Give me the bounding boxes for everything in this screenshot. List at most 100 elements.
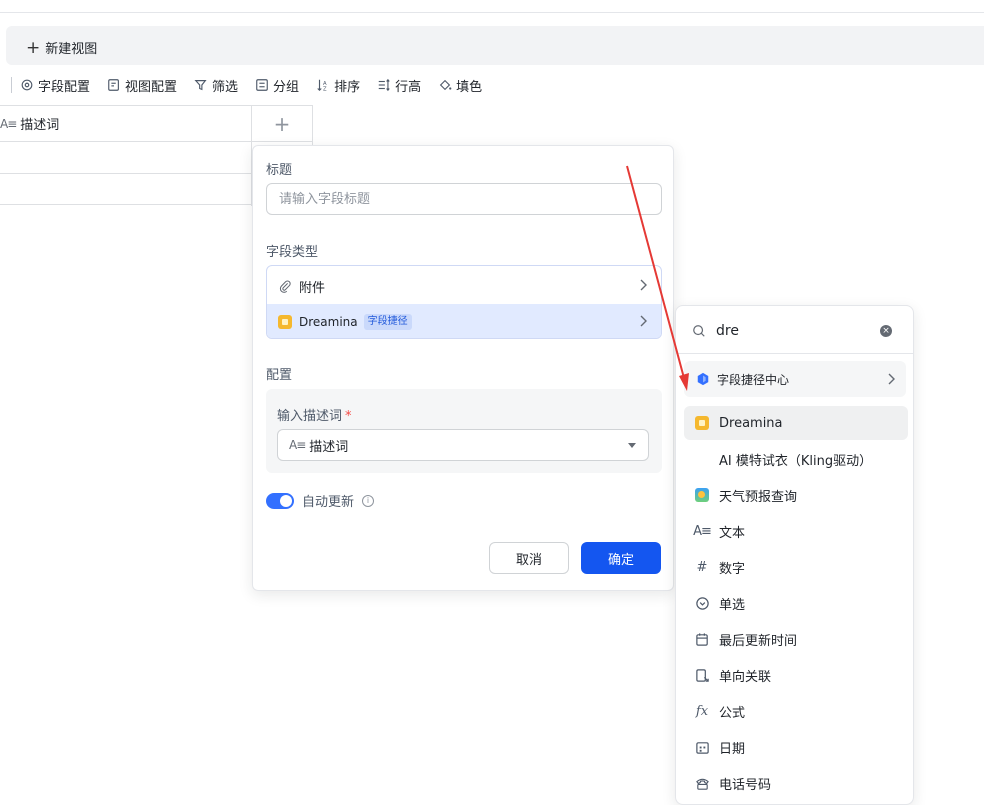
chevron-right-icon: [888, 373, 895, 385]
description-select[interactable]: A≡ 描述词: [277, 429, 649, 461]
dropdown-item-text[interactable]: A≡ 文本: [684, 514, 908, 548]
add-field-panel: 标题 字段类型 附件 Dreamina 字段捷径 配置 输入描述词* A≡ 描述…: [252, 145, 674, 591]
shortcut-center-label: 字段捷径中心: [717, 372, 790, 387]
dropdown-item-label: 单选: [719, 597, 746, 613]
title-section-label: 标题: [266, 163, 293, 178]
field-type-dreamina-label: Dreamina: [299, 315, 358, 329]
dreamina-icon: [278, 315, 292, 329]
shortcut-badge: 字段捷径: [363, 314, 412, 330]
calendar-edit-icon: [694, 631, 710, 647]
required-mark: *: [345, 409, 352, 424]
add-column-button[interactable]: +: [252, 106, 312, 142]
plus-icon: +: [26, 37, 41, 58]
column-header-description[interactable]: A≡ 描述词: [0, 106, 252, 142]
weather-icon: [694, 487, 710, 503]
link-icon: [694, 667, 710, 683]
field-config-label: 字段配置: [38, 79, 91, 95]
row-height-button[interactable]: 行高: [377, 76, 421, 95]
dropdown-item-weather[interactable]: 天气预报查询: [684, 478, 908, 512]
search-query[interactable]: dre: [716, 323, 739, 339]
dropdown-item-formula[interactable]: fx 公式: [684, 694, 908, 728]
cancel-button[interactable]: 取消: [489, 542, 569, 574]
dropdown-item-label: AI 模特试衣（Kling驱动）: [719, 453, 873, 469]
description-input-label-text: 输入描述词: [277, 409, 343, 424]
field-type-attachment-label: 附件: [299, 280, 326, 296]
date-icon: [694, 739, 710, 755]
toolbar: 字段配置 视图配置 筛选 分组 AZ 排序 行高 填色: [0, 72, 499, 98]
dropdown-item-phone[interactable]: 电话号码: [684, 766, 908, 800]
group-icon: [256, 79, 268, 91]
fill-color-label: 填色: [456, 79, 483, 95]
dropdown-item-label: 最后更新时间: [719, 633, 798, 649]
dropdown-item-label: 公式: [719, 705, 746, 721]
formula-icon: fx: [695, 703, 709, 719]
toolbar-divider: [11, 77, 12, 93]
view-config-button[interactable]: 视图配置: [107, 76, 177, 95]
paint-bucket-icon: [439, 79, 452, 91]
filter-label: 筛选: [212, 79, 239, 95]
view-tabs-bar: [6, 26, 984, 65]
auto-update-row: 自动更新 i: [266, 491, 375, 510]
field-type-dreamina[interactable]: Dreamina 字段捷径: [267, 304, 661, 338]
dropdown-item-ai-model-tryon[interactable]: AI 模特试衣（Kling驱动）: [684, 442, 908, 476]
text-icon: A≡: [693, 523, 712, 539]
field-type-dropdown: dre × 字段捷径中心 Dreamina AI 模特试衣（Kling驱动） 天…: [675, 305, 914, 805]
description-select-value: 描述词: [309, 439, 349, 455]
dropdown-item-label: 天气预报查询: [719, 489, 798, 505]
chevron-right-icon: [640, 315, 647, 327]
config-section-label: 配置: [266, 368, 293, 383]
column-header-label: 描述词: [20, 118, 60, 133]
sort-button[interactable]: AZ 排序: [316, 76, 360, 95]
description-input-label: 输入描述词 *: [277, 405, 352, 424]
info-icon[interactable]: i: [362, 494, 375, 507]
single-select-icon: [694, 595, 710, 611]
view-config-label: 视图配置: [125, 79, 178, 95]
field-type-attachment[interactable]: 附件: [267, 268, 661, 304]
dropdown-item-single-select[interactable]: 单选: [684, 586, 908, 620]
filter-button[interactable]: 筛选: [194, 76, 238, 95]
blank-icon: [694, 451, 710, 467]
gear-icon: [21, 79, 33, 91]
chevron-right-icon: [640, 279, 647, 291]
fill-color-button[interactable]: 填色: [438, 76, 482, 95]
dropdown-item-number[interactable]: # 数字: [684, 550, 908, 584]
confirm-button[interactable]: 确定: [581, 542, 661, 574]
dropdown-item-dreamina[interactable]: Dreamina: [684, 406, 908, 440]
shortcut-center-link[interactable]: 字段捷径中心: [684, 361, 906, 397]
field-config-button[interactable]: 字段配置: [20, 76, 90, 95]
row-height-icon: [378, 78, 390, 92]
group-button[interactable]: 分组: [255, 76, 299, 95]
dropdown-item-label: 单向关联: [719, 669, 772, 685]
field-title-input[interactable]: [266, 183, 662, 215]
hash-icon: #: [696, 559, 708, 575]
field-search[interactable]: dre ×: [676, 306, 913, 354]
dropdown-item-last-updated[interactable]: 最后更新时间: [684, 622, 908, 656]
search-icon: [693, 325, 705, 337]
svg-text:Z: Z: [323, 86, 327, 92]
new-view-button[interactable]: + 新建视图: [26, 38, 97, 57]
field-type-section-label: 字段类型: [266, 245, 319, 260]
sort-label: 排序: [334, 79, 361, 95]
table-row[interactable]: [0, 142, 252, 174]
auto-update-label: 自动更新: [302, 495, 355, 510]
sort-icon: AZ: [317, 79, 327, 92]
table-row[interactable]: [0, 174, 252, 206]
dropdown-item-label: 电话号码: [719, 777, 772, 793]
phone-icon: [694, 775, 710, 791]
auto-update-toggle[interactable]: [266, 492, 294, 509]
group-label: 分组: [273, 79, 300, 95]
caret-down-icon: [628, 443, 636, 448]
row-height-label: 行高: [395, 79, 422, 95]
clear-search-icon[interactable]: ×: [880, 325, 892, 337]
dreamina-icon: [694, 415, 710, 431]
dropdown-item-date[interactable]: 日期: [684, 730, 908, 764]
config-box: 输入描述词 * A≡ 描述词: [266, 389, 662, 473]
dropdown-item-one-way-link[interactable]: 单向关联: [684, 658, 908, 692]
dropdown-item-label: 日期: [719, 741, 746, 757]
view-config-icon: [108, 79, 119, 91]
dropdown-item-label: 数字: [719, 561, 746, 577]
paperclip-icon: [279, 280, 291, 293]
text-field-icon: A≡: [0, 116, 17, 131]
filter-icon: [194, 80, 207, 91]
field-type-list: 附件 Dreamina 字段捷径: [266, 265, 662, 339]
